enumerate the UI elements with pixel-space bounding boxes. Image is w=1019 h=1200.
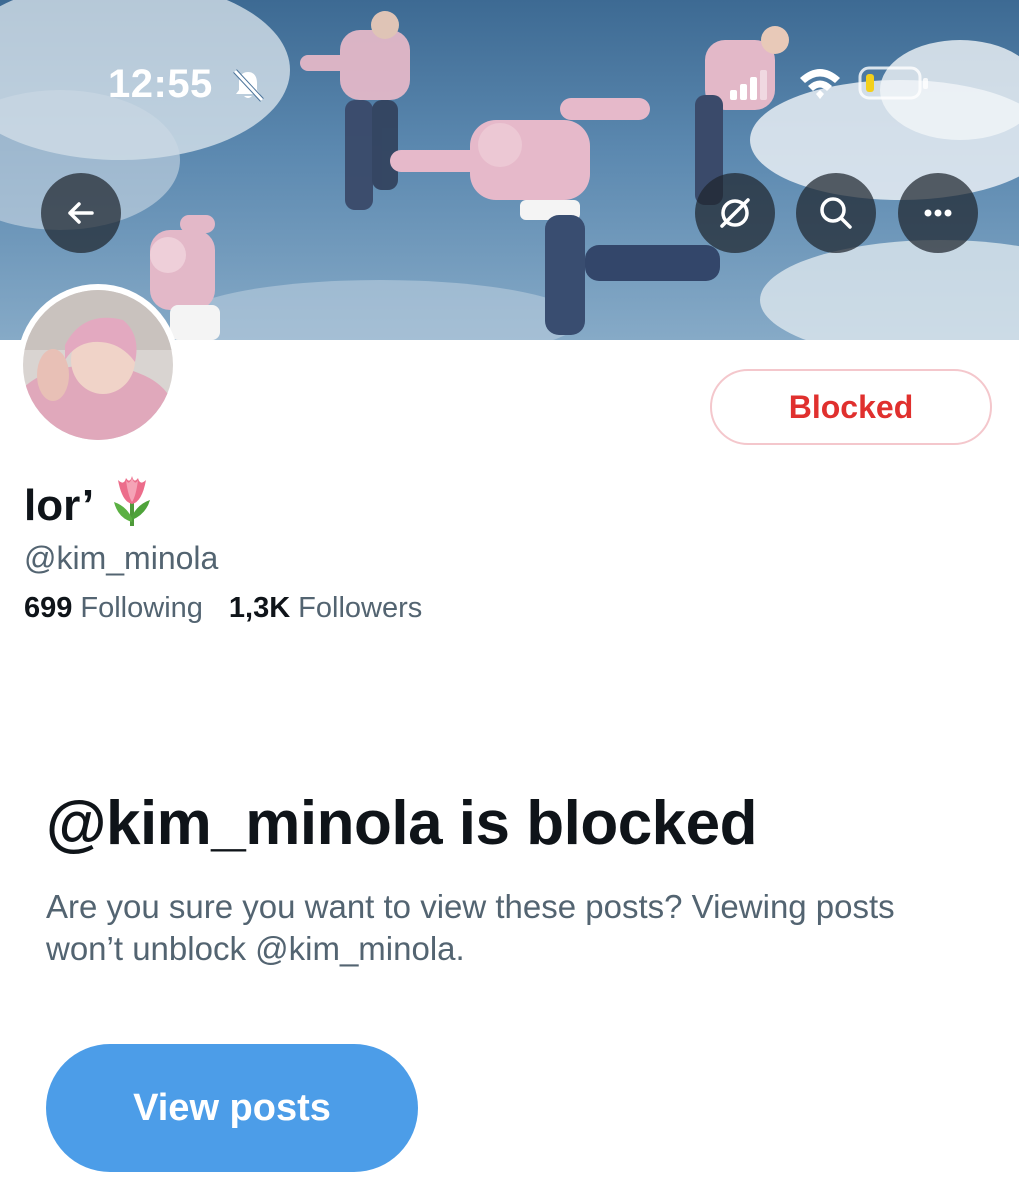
profile-page: 12:55 Blocked lor’ @kim_minola 699 Follo… [0, 0, 1019, 1200]
followers-label: Followers [298, 592, 423, 624]
blocked-notice-body: Are you sure you want to view these post… [46, 888, 895, 967]
back-button[interactable] [41, 173, 121, 253]
more-button[interactable] [898, 173, 978, 253]
follow-stats: 699 Following 1,3K Followers [24, 592, 422, 625]
display-name: lor’ [24, 480, 95, 530]
following-link[interactable]: 699 Following [24, 592, 203, 625]
translate-button[interactable] [695, 173, 775, 253]
translate-icon [720, 198, 750, 228]
user-handle: @kim_minola [24, 540, 219, 576]
avatar-photo [23, 290, 173, 440]
blocked-notice-title: @kim_minola is blocked [46, 789, 758, 858]
wifi-icon [800, 69, 840, 99]
battery-low-icon [858, 66, 928, 100]
search-button[interactable] [796, 173, 876, 253]
search-icon [820, 197, 852, 229]
view-posts-button[interactable]: View posts [46, 1044, 418, 1172]
status-time: 12:55 [108, 62, 213, 106]
followers-link[interactable]: 1,3K Followers [229, 592, 422, 625]
display-name-row: lor’ [24, 472, 156, 539]
banner-photo [0, 0, 1019, 340]
followers-count: 1,3K [228, 592, 291, 624]
profile-banner[interactable]: 12:55 [0, 0, 1019, 340]
following-label: Following [80, 592, 203, 624]
tulip-emoji-icon [108, 472, 156, 539]
more-icon [924, 209, 952, 217]
following-count: 699 [24, 592, 73, 624]
cellular-signal-icon [730, 70, 767, 100]
avatar[interactable] [17, 284, 179, 446]
bell-slash-icon [233, 69, 264, 102]
blocked-button[interactable]: Blocked [710, 369, 992, 445]
back-arrow-icon [68, 202, 94, 224]
